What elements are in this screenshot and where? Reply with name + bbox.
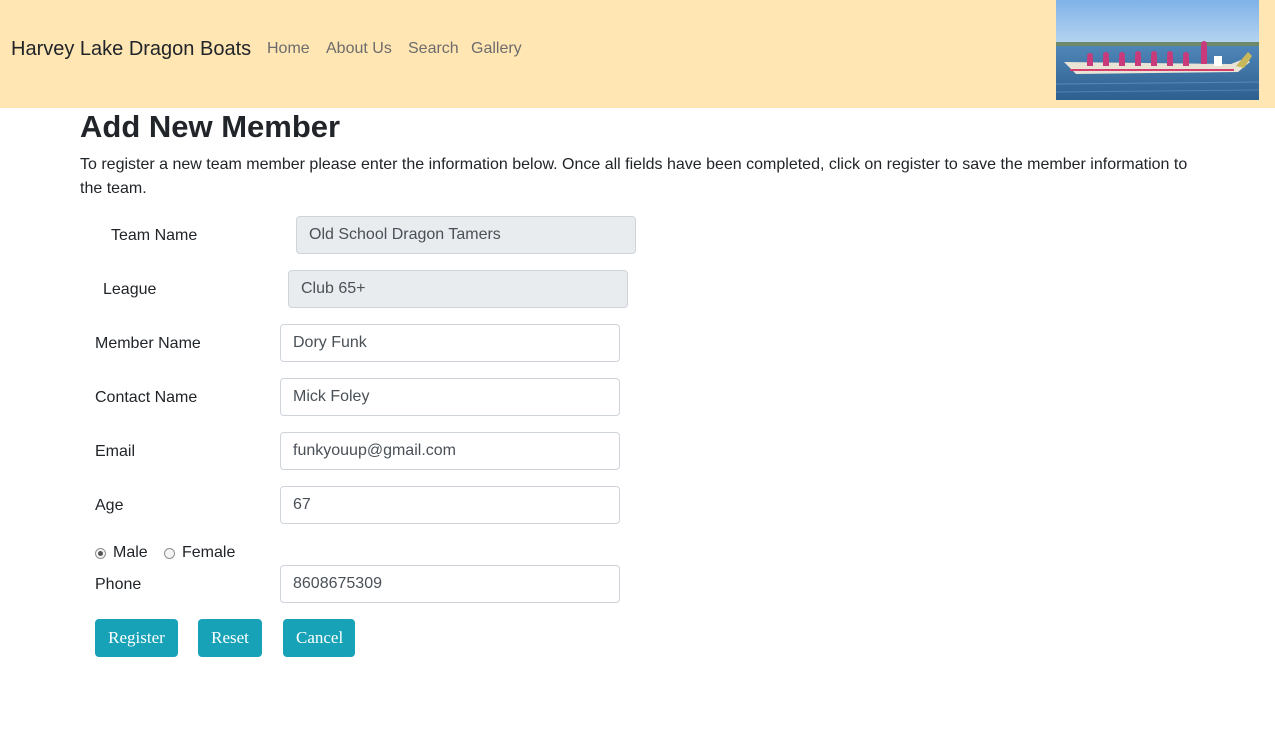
female-radio[interactable] <box>164 547 175 559</box>
email-label: Email <box>95 443 136 460</box>
member-name-field[interactable] <box>280 324 620 362</box>
cancel-button[interactable]: Cancel <box>283 619 355 657</box>
page-title: Add New Member <box>80 109 341 144</box>
intro-text: To register a new team member please ent… <box>80 156 1188 197</box>
male-label: Male <box>113 544 148 561</box>
nav-link-home[interactable]: Home <box>267 40 310 58</box>
reset-button[interactable]: Reset <box>198 619 262 657</box>
team-name-field[interactable] <box>296 216 636 254</box>
nav-link-search[interactable]: Search <box>408 40 459 58</box>
league-label: League <box>103 281 157 298</box>
register-button[interactable]: Register <box>95 619 178 657</box>
gender-male-option[interactable]: Male <box>95 544 148 562</box>
phone-label: Phone <box>95 576 142 593</box>
male-radio[interactable] <box>95 547 106 559</box>
contact-name-label: Contact Name <box>95 389 198 406</box>
member-name-label: Member Name <box>95 335 201 352</box>
age-field[interactable] <box>280 486 620 524</box>
nav-link-about-us[interactable]: About Us <box>326 40 392 58</box>
dragon-boat-photo <box>1056 0 1259 100</box>
team-name-label: Team Name <box>111 227 198 244</box>
email-field[interactable] <box>280 432 620 470</box>
gender-female-option[interactable]: Female <box>164 544 235 562</box>
navbar: Harvey Lake Dragon Boats Home About Us S… <box>0 0 1275 108</box>
league-field[interactable] <box>288 270 628 308</box>
female-label: Female <box>182 544 236 561</box>
brand-link[interactable]: Harvey Lake Dragon Boats <box>11 38 251 61</box>
age-label: Age <box>95 497 124 514</box>
phone-field[interactable] <box>280 565 620 603</box>
contact-name-field[interactable] <box>280 378 620 416</box>
nav-link-gallery[interactable]: Gallery <box>471 40 522 58</box>
